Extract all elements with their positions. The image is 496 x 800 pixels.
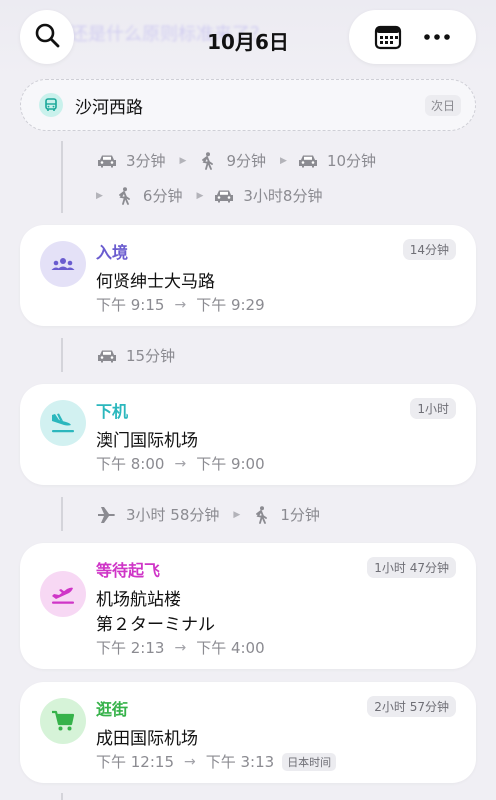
place-name-secondary: 第２ターミナル xyxy=(96,615,215,635)
walk-icon xyxy=(250,505,272,525)
time-range: 下午 12:15 → 下午 3:13 日本时间 xyxy=(96,751,337,772)
chevron-right-icon: ▶ xyxy=(179,155,187,166)
timeline-line xyxy=(61,338,63,372)
car-icon xyxy=(297,151,319,171)
time-range: 下午 9:15 → 下午 9:29 xyxy=(96,294,265,315)
chevron-right-icon: ▶ xyxy=(196,190,204,201)
start-time: 下午 9:15 xyxy=(96,296,165,314)
car-icon xyxy=(213,186,235,206)
transit-segments-row: 3小时 58分钟 ▶ 1分钟 xyxy=(96,504,334,525)
segment-duration: 9分钟 xyxy=(226,152,267,170)
end-time: 下午 9:00 xyxy=(196,455,265,473)
transit-segments-row: 15分钟 xyxy=(96,345,189,366)
top-bar: 还是什么原则标准来了？ 10月6日 xyxy=(0,0,496,76)
duration-badge: 1小时 47分钟 xyxy=(367,557,456,578)
airplane-icon xyxy=(96,505,118,525)
card-type-label: 下机 xyxy=(96,402,129,421)
start-time: 下午 8:00 xyxy=(96,455,165,473)
chevron-right-icon: ▶ xyxy=(233,509,241,520)
place-name: 成田国际机场 xyxy=(96,729,198,749)
duration-badge: 1小时 xyxy=(410,398,456,419)
transit-segments-row: 3分钟 ▶ 9分钟 ▶ 10分钟 xyxy=(96,150,390,171)
station-name: 沙河西路 xyxy=(75,97,143,118)
arrow-right-icon: → xyxy=(184,753,196,770)
card-type-label: 入境 xyxy=(96,243,129,262)
people-group-icon xyxy=(40,241,86,287)
top-right-actions xyxy=(349,10,476,64)
duration-badge: 14分钟 xyxy=(402,239,456,260)
timezone-badge: 日本时间 xyxy=(282,752,337,771)
transit-segments-row: ▶ 6分钟 ▶ 3小时8分钟 xyxy=(96,185,336,206)
segment-duration: 15分钟 xyxy=(126,347,176,365)
chevron-right-icon: ▶ xyxy=(280,155,287,166)
duration-badge: 2小时 57分钟 xyxy=(367,696,456,717)
walk-icon xyxy=(113,186,135,206)
shopping-cart-icon xyxy=(40,698,86,744)
arrow-right-icon: → xyxy=(174,296,187,313)
segment-duration: 3小时8分钟 xyxy=(243,187,323,205)
segment-duration: 3分钟 xyxy=(126,152,166,170)
segment-duration: 10分钟 xyxy=(326,152,377,170)
end-time: 下午 9:29 xyxy=(196,296,265,314)
plane-takeoff-icon xyxy=(40,571,86,617)
segment-duration: 1分钟 xyxy=(280,506,320,524)
time-range: 下午 8:00 → 下午 9:00 xyxy=(96,453,265,474)
itinerary-card-entry[interactable]: 入境 14分钟 何贤绅士大马路 下午 9:15 → 下午 9:29 xyxy=(20,225,476,326)
time-range: 下午 2:13 → 下午 4:00 xyxy=(96,637,265,658)
more-dots-icon[interactable] xyxy=(419,19,455,55)
search-button[interactable] xyxy=(20,10,74,64)
search-icon xyxy=(33,21,61,53)
end-time: 下午 3:13 xyxy=(205,753,275,771)
itinerary-card-departure[interactable]: 等待起飞 1小时 47分钟 机场航站楼 第２ターミナル 下午 2:13 → 下午… xyxy=(20,543,476,669)
station-row[interactable]: 沙河西路 次日 xyxy=(20,79,476,131)
start-time: 下午 12:15 xyxy=(96,753,174,771)
timeline-line xyxy=(61,497,63,531)
end-time: 下午 4:00 xyxy=(196,639,265,657)
segment-duration: 6分钟 xyxy=(142,187,183,205)
car-icon xyxy=(96,151,118,171)
place-name: 澳门国际机场 xyxy=(96,431,198,451)
card-type-label: 等待起飞 xyxy=(96,561,161,580)
arrow-right-icon: → xyxy=(174,639,187,656)
bus-icon xyxy=(39,93,63,117)
car-icon xyxy=(96,346,118,366)
arrow-right-icon: → xyxy=(174,455,187,472)
chevron-right-icon: ▶ xyxy=(96,190,103,201)
walk-icon xyxy=(196,151,218,171)
place-name: 机场航站楼 xyxy=(96,590,181,610)
calendar-icon[interactable] xyxy=(370,19,406,55)
plane-landing-icon xyxy=(40,400,86,446)
faded-background-text: 还是什么原则标准来了？ xyxy=(70,24,268,45)
card-type-label: 逛街 xyxy=(96,700,129,719)
itinerary-card-shopping[interactable]: 逛街 2小时 57分钟 成田国际机场 下午 12:15 → 下午 3:13 日本… xyxy=(20,682,476,783)
start-time: 下午 2:13 xyxy=(96,639,165,657)
segment-duration: 3小时 58分钟 xyxy=(126,506,220,524)
next-day-badge: 次日 xyxy=(424,94,461,116)
place-name: 何贤绅士大马路 xyxy=(96,272,215,292)
timeline-line xyxy=(61,141,63,213)
timeline-line xyxy=(61,793,63,800)
itinerary-card-arrival[interactable]: 下机 1小时 澳门国际机场 下午 8:00 → 下午 9:00 xyxy=(20,384,476,485)
